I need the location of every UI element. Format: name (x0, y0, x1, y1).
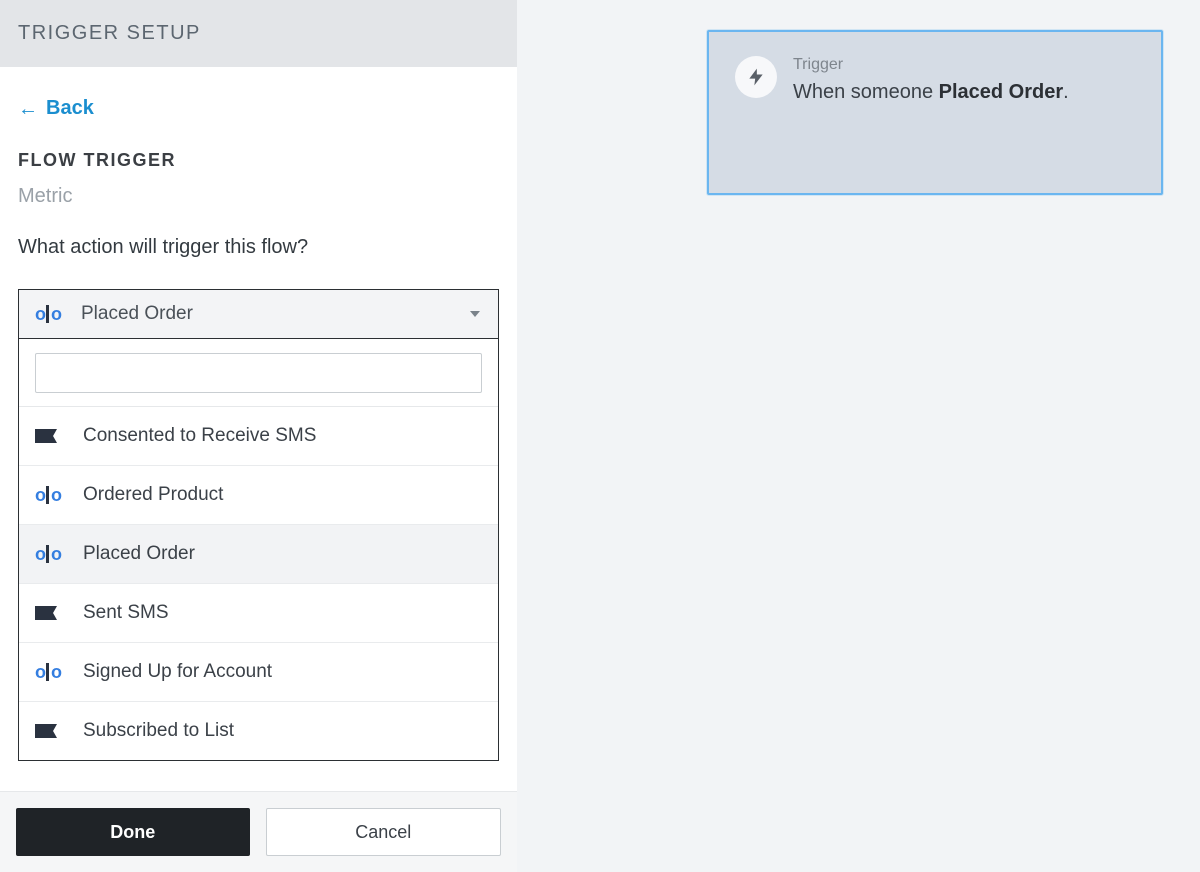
dropdown-option-label: Ordered Product (83, 484, 223, 506)
trigger-card-label: Trigger (793, 56, 1135, 74)
dropdown-selected[interactable]: oo Placed Order (18, 289, 499, 339)
olo-icon: oo (35, 485, 67, 506)
olo-icon: oo (35, 544, 67, 565)
dropdown-panel: Consented to Receive SMS oo Ordered Produc… (18, 339, 499, 761)
olo-icon: oo (35, 662, 67, 683)
dropdown-option-label: Subscribed to List (83, 720, 234, 742)
dropdown-selected-label: Placed Order (81, 303, 193, 325)
bolt-icon (735, 56, 777, 98)
metric-type-label: Metric (18, 185, 499, 208)
trigger-setup-sidebar: TRIGGER SETUP ← Back FLOW TRIGGER Metric… (0, 0, 517, 872)
dropdown-option[interactable]: Sent SMS (19, 584, 498, 643)
dropdown-option[interactable]: Consented to Receive SMS (19, 407, 498, 466)
cancel-button[interactable]: Cancel (266, 808, 502, 856)
dropdown-search-wrap (19, 339, 498, 407)
dropdown-option[interactable]: oo Signed Up for Account (19, 643, 498, 702)
done-button[interactable]: Done (16, 808, 250, 856)
dropdown-option[interactable]: Subscribed to List (19, 702, 498, 760)
sidebar-footer: Done Cancel (0, 791, 517, 872)
dropdown-option[interactable]: oo Ordered Product (19, 466, 498, 525)
olo-icon: oo (35, 304, 67, 325)
trigger-card-text: Trigger When someone Placed Order. (793, 56, 1135, 107)
dropdown-option-label: Signed Up for Account (83, 661, 272, 683)
flag-icon (35, 724, 67, 738)
trigger-card-description: When someone Placed Order. (793, 78, 1135, 107)
flow-canvas[interactable]: Trigger When someone Placed Order. (517, 0, 1200, 872)
back-label: Back (46, 97, 94, 120)
arrow-left-icon: ← (18, 99, 38, 119)
sidebar-title: TRIGGER SETUP (0, 0, 517, 67)
metric-dropdown: oo Placed Order Consented to Receive SMS… (18, 289, 499, 761)
dropdown-option-label: Sent SMS (83, 602, 169, 624)
trigger-prompt: What action will trigger this flow? (18, 236, 499, 259)
chevron-down-icon (470, 311, 480, 317)
dropdown-option-label: Consented to Receive SMS (83, 425, 316, 447)
dropdown-option[interactable]: oo Placed Order (19, 525, 498, 584)
flow-trigger-heading: FLOW TRIGGER (18, 150, 499, 171)
flag-icon (35, 429, 67, 443)
back-button[interactable]: ← Back (18, 97, 94, 120)
dropdown-option-label: Placed Order (83, 543, 195, 565)
flag-icon (35, 606, 67, 620)
sidebar-body: ← Back FLOW TRIGGER Metric What action w… (0, 67, 517, 791)
dropdown-search-input[interactable] (35, 353, 482, 393)
trigger-card[interactable]: Trigger When someone Placed Order. (707, 30, 1163, 195)
